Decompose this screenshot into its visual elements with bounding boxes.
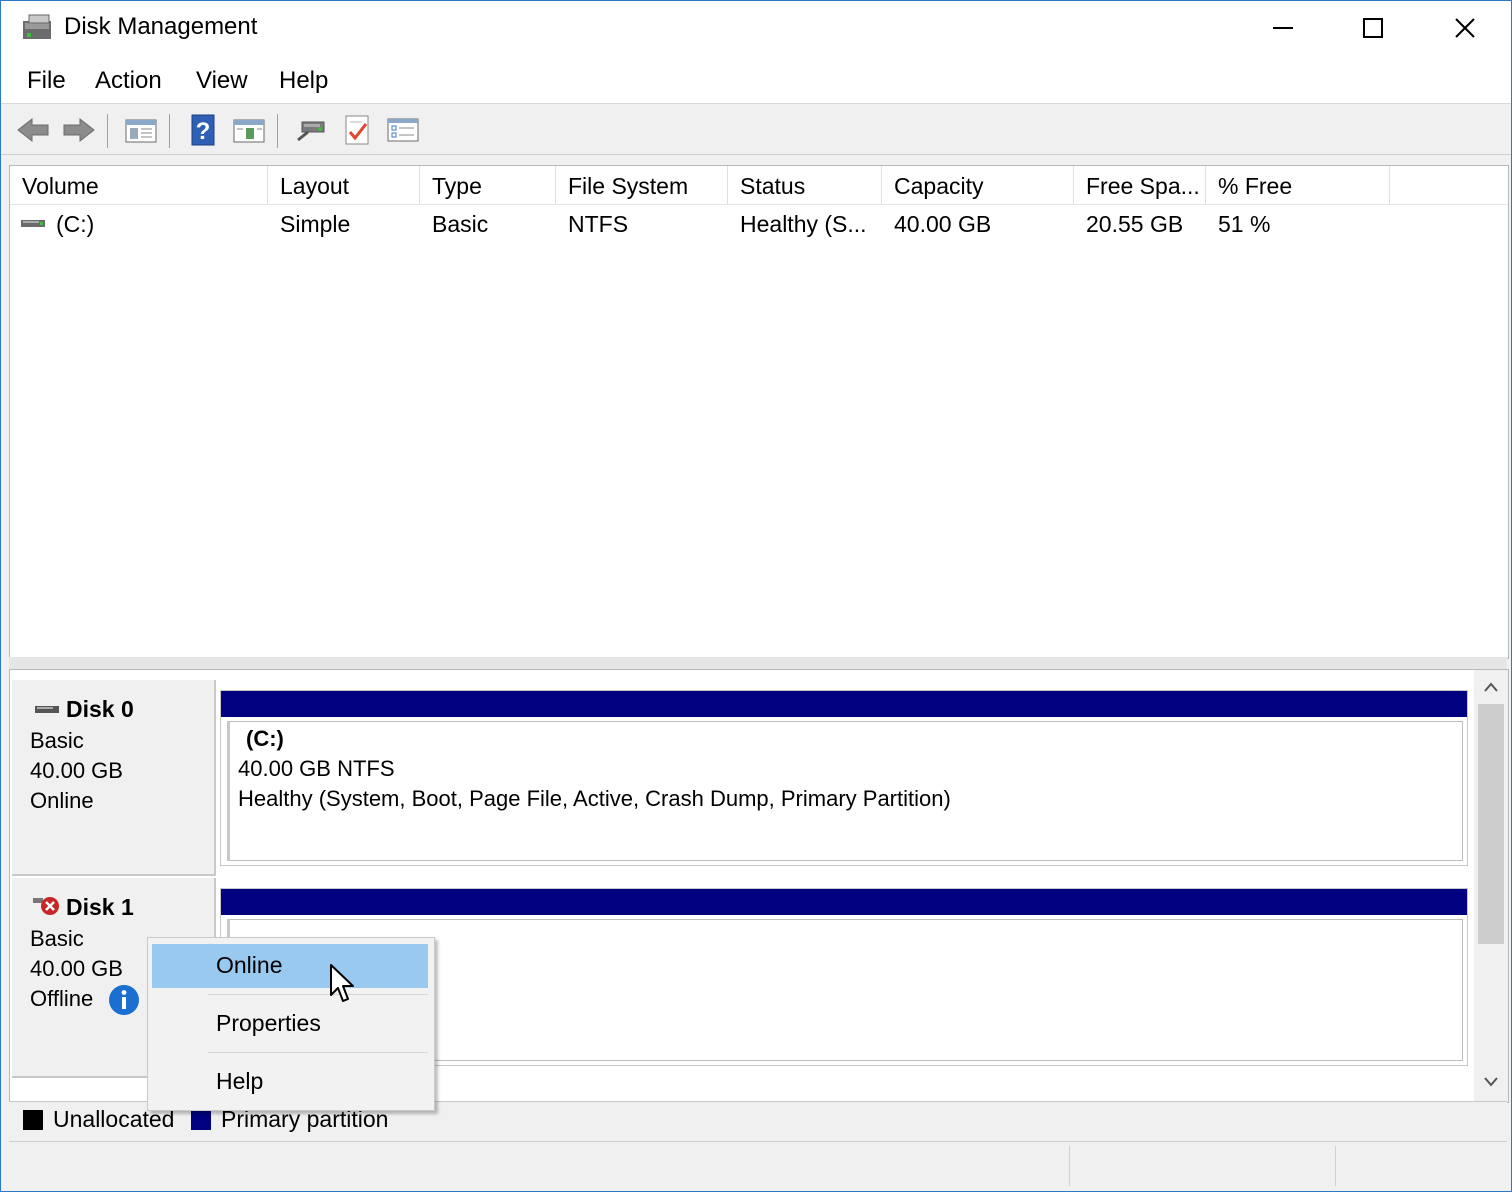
window-title: Disk Management — [64, 13, 258, 40]
column-volume[interactable]: Volume — [10, 166, 268, 204]
status-separator — [1335, 1146, 1336, 1186]
toolbar-separator — [169, 114, 170, 148]
partition-status: Healthy (System, Boot, Page File, Active… — [238, 786, 951, 811]
minimize-button[interactable] — [1237, 1, 1329, 55]
disk-offline-icon — [32, 894, 62, 924]
mouse-cursor-icon — [329, 963, 357, 1010]
vertical-scrollbar[interactable] — [1474, 670, 1508, 1102]
show-pane-icon[interactable] — [231, 112, 267, 148]
column-layout[interactable]: Layout — [268, 166, 420, 204]
disk-0-state: Online — [30, 788, 94, 813]
disk-icon — [34, 698, 60, 724]
context-menu-properties[interactable]: Properties — [152, 1002, 428, 1046]
disk-1-type: Basic — [30, 926, 84, 951]
forward-icon[interactable] — [61, 112, 97, 148]
properties-icon[interactable] — [385, 112, 421, 148]
disk-0-type: Basic — [30, 728, 84, 753]
disk-1-size: 40.00 GB — [30, 956, 123, 981]
volume-file-system: NTFS — [568, 211, 629, 237]
maximize-button[interactable] — [1327, 1, 1419, 55]
toolbar-separator — [277, 114, 278, 148]
volume-name: (C:) — [56, 211, 95, 237]
title-bar: Disk Management — [1, 1, 1511, 55]
back-icon[interactable] — [15, 112, 51, 148]
context-menu-help[interactable]: Help — [152, 1060, 428, 1104]
scroll-thumb[interactable] — [1478, 704, 1504, 944]
unallocated-swatch — [23, 1110, 43, 1130]
column-type[interactable]: Type — [420, 166, 556, 204]
status-separator — [1069, 1146, 1070, 1186]
primary-partition-bar — [221, 691, 1467, 717]
volume-type: Basic — [432, 211, 489, 237]
disk-1-state: Offline — [30, 986, 94, 1011]
menu-bar: File Action View Help — [1, 55, 1511, 104]
disk-management-app-icon — [21, 13, 55, 43]
connect-icon[interactable] — [293, 112, 329, 148]
menu-help[interactable]: Help — [279, 67, 328, 95]
disk-0-size: 40.00 GB — [30, 758, 123, 783]
disk-1-name: Disk 1 — [66, 894, 134, 920]
context-menu-online-label: Online — [216, 952, 283, 978]
partition-label: (C:) — [246, 726, 284, 751]
check-icon[interactable] — [339, 112, 375, 148]
disk-0-label[interactable]: Disk 0 Basic 40.00 GB Online — [12, 680, 216, 876]
disk-0-name: Disk 0 — [66, 696, 134, 722]
volume-list-header: Volume Layout Type File System Status Ca… — [10, 166, 1508, 205]
volume-list[interactable]: Volume Layout Type File System Status Ca… — [9, 165, 1509, 659]
disk-0-partition-area: (C:) 40.00 GB NTFS Healthy (System, Boot… — [220, 690, 1468, 866]
volume-free-space: 20.55 GB — [1086, 211, 1184, 237]
column-capacity[interactable]: Capacity — [882, 166, 1074, 204]
disk-1-bar — [221, 889, 1467, 915]
context-menu-separator — [208, 994, 428, 995]
volume-c-partition[interactable]: (C:) 40.00 GB NTFS Healthy (System, Boot… — [227, 721, 1463, 861]
console-tree-icon[interactable] — [123, 112, 159, 148]
drive-icon — [20, 206, 48, 242]
context-menu-help-label: Help — [216, 1068, 264, 1094]
menu-file[interactable]: File — [27, 67, 66, 95]
volume-status: Healthy (S... — [740, 211, 867, 237]
toolbar-separator — [107, 114, 108, 148]
volume-row[interactable]: (C:) Simple Basic NTFS Healthy (S... 40.… — [10, 206, 1508, 242]
status-bar — [9, 1141, 1507, 1190]
info-icon[interactable] — [108, 984, 140, 1022]
volume-percent-free: 51 % — [1218, 211, 1271, 237]
scroll-down-icon[interactable] — [1474, 1066, 1508, 1096]
column-percent-free[interactable]: % Free — [1206, 166, 1390, 204]
svg-text:?: ? — [196, 118, 211, 145]
context-menu-separator — [208, 1052, 428, 1053]
column-status[interactable]: Status — [728, 166, 882, 204]
volume-capacity: 40.00 GB — [894, 211, 992, 237]
toolbar: ? — [1, 104, 1511, 155]
context-menu: Online Properties Help — [147, 937, 435, 1111]
scroll-up-icon[interactable] — [1474, 672, 1508, 702]
partition-size-fs: 40.00 GB NTFS — [238, 756, 395, 781]
context-menu-online[interactable]: Online — [152, 944, 428, 988]
menu-action[interactable]: Action — [95, 67, 162, 95]
close-button[interactable] — [1419, 1, 1511, 55]
menu-view[interactable]: View — [196, 67, 248, 95]
column-file-system[interactable]: File System — [556, 166, 728, 204]
disk-management-window: Disk Management File Action View Help ? — [0, 0, 1512, 1192]
context-menu-properties-label: Properties — [216, 1010, 321, 1036]
volume-layout: Simple — [280, 211, 351, 237]
column-free-space[interactable]: Free Spa... — [1074, 166, 1206, 204]
primary-partition-swatch — [191, 1110, 211, 1130]
help-icon[interactable]: ? — [185, 112, 221, 148]
